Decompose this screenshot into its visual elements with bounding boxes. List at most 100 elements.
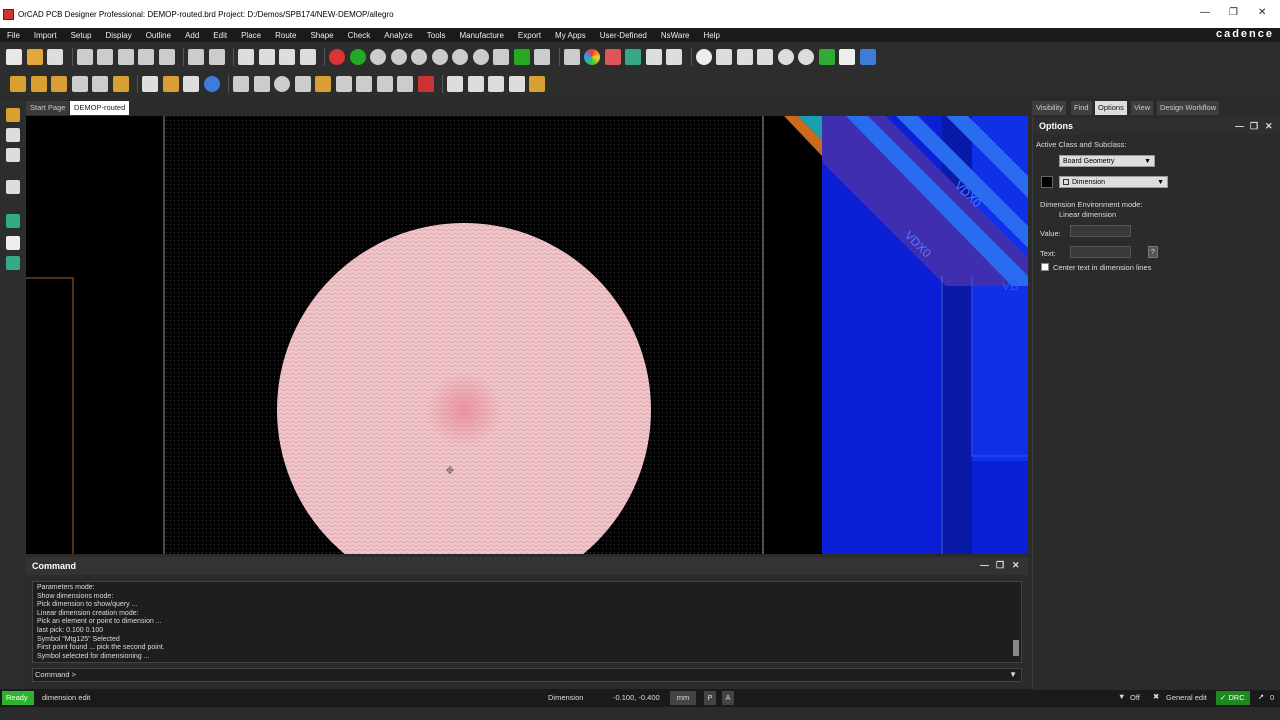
tab-demop-routed[interactable]: DEMOP-routed <box>70 101 130 115</box>
visibility-icon[interactable] <box>716 49 732 65</box>
people-icon[interactable] <box>529 76 545 92</box>
menu-setup[interactable]: Setup <box>71 31 92 40</box>
redo-icon[interactable] <box>158 49 175 65</box>
settings-page-icon[interactable] <box>666 49 682 65</box>
menu-route[interactable]: Route <box>275 31 296 40</box>
menu-help[interactable]: Help <box>703 31 719 40</box>
waveform-icon[interactable] <box>71 76 88 92</box>
copy-icon[interactable] <box>97 49 113 65</box>
tab-view[interactable]: View <box>1131 101 1154 115</box>
add-rect-icon[interactable] <box>258 49 275 65</box>
unrats-icon[interactable] <box>757 49 773 65</box>
minimize-icon[interactable]: — <box>1200 7 1210 18</box>
shape-circle-icon[interactable] <box>274 76 290 92</box>
text-field[interactable] <box>1070 246 1131 258</box>
place-icon[interactable] <box>10 76 26 92</box>
close-icon[interactable]: ✕ <box>1265 118 1273 134</box>
restore-icon[interactable]: ❐ <box>1229 7 1238 18</box>
parts-icon[interactable] <box>183 76 199 92</box>
tools-icon[interactable] <box>162 76 179 92</box>
pin-icon[interactable] <box>188 49 204 65</box>
text-help-button[interactable]: ? <box>1148 246 1158 258</box>
bus-icon[interactable] <box>6 256 20 270</box>
unpin-icon[interactable] <box>208 49 225 65</box>
menu-place[interactable]: Place <box>241 31 261 40</box>
cross-dimension-icon[interactable] <box>467 76 484 92</box>
chamfer-icon[interactable] <box>488 76 504 92</box>
shape-edit-icon[interactable] <box>315 76 331 92</box>
edit-mode[interactable]: General edit <box>1166 693 1207 702</box>
zoom-selection-icon[interactable] <box>472 49 489 65</box>
tab-find[interactable]: Find <box>1071 101 1092 115</box>
hourglass-icon[interactable] <box>839 49 855 65</box>
new-file-icon[interactable] <box>6 49 22 65</box>
tab-design-workflow[interactable]: Design Workflow <box>1157 101 1220 115</box>
zoom-out-icon[interactable] <box>370 49 386 65</box>
menu-display[interactable]: Display <box>105 31 131 40</box>
menu-manufacture[interactable]: Manufacture <box>459 31 503 40</box>
net-icon[interactable] <box>818 49 835 65</box>
help-icon[interactable] <box>203 76 220 92</box>
color-swatch[interactable] <box>1041 176 1053 188</box>
layers-icon[interactable] <box>625 49 641 65</box>
3d-view-icon[interactable] <box>513 49 530 65</box>
open-folder-icon[interactable] <box>26 49 43 65</box>
show-element-icon[interactable] <box>329 49 345 65</box>
color-icon[interactable] <box>584 49 600 65</box>
hide-icon[interactable] <box>736 49 753 65</box>
chip-icon[interactable] <box>6 236 20 250</box>
undo-icon[interactable] <box>138 49 154 65</box>
zoom-fit-icon[interactable] <box>349 49 366 65</box>
dimension-icon[interactable] <box>447 76 463 92</box>
menu-add[interactable]: Add <box>185 31 199 40</box>
eye-icon[interactable] <box>695 49 712 65</box>
command-input[interactable]: Command > ▼ <box>32 668 1022 682</box>
menu-shape[interactable]: Shape <box>310 31 333 40</box>
move-icon[interactable] <box>76 49 93 65</box>
value-field[interactable] <box>1070 225 1131 237</box>
menu-import[interactable]: Import <box>34 31 57 40</box>
p-button[interactable]: P <box>704 691 716 705</box>
center-text-checkbox[interactable] <box>1041 263 1049 271</box>
redraw-icon[interactable] <box>493 49 509 65</box>
subclass-select[interactable]: Dimension ▼ <box>1059 176 1168 188</box>
fanout-icon[interactable] <box>6 180 20 194</box>
autoroute-icon[interactable] <box>6 214 20 228</box>
void-rect-icon[interactable] <box>356 76 372 92</box>
minimize-icon[interactable]: — <box>980 560 989 570</box>
add-line-icon[interactable] <box>238 49 254 65</box>
shape-polygon-icon[interactable] <box>233 76 249 92</box>
scrollbar[interactable] <box>1013 640 1019 656</box>
delay-tune-icon[interactable] <box>6 148 20 162</box>
group-icon[interactable] <box>112 76 129 92</box>
spreadsheet-icon[interactable] <box>142 76 158 92</box>
grid-icon[interactable] <box>563 49 580 65</box>
tab-options[interactable]: Options <box>1095 101 1127 115</box>
slide-icon[interactable] <box>6 128 20 142</box>
command-log[interactable]: Parameters mode: Show dimensions mode: Pic… <box>32 581 1022 663</box>
zoom-previous-icon[interactable] <box>431 49 448 65</box>
save-icon[interactable] <box>47 49 63 65</box>
drc-indicator[interactable]: ✓ DRC <box>1216 691 1250 705</box>
swap-icon[interactable] <box>92 76 108 92</box>
component-icon[interactable] <box>30 76 47 92</box>
merge-shapes-icon[interactable] <box>335 76 352 92</box>
measure-icon[interactable] <box>859 49 876 65</box>
shadow-icon[interactable] <box>604 49 621 65</box>
menu-user-defined[interactable]: User-Defined <box>600 31 647 40</box>
menu-outline[interactable]: Outline <box>146 31 171 40</box>
units-button[interactable]: mm <box>670 691 696 705</box>
report-icon[interactable] <box>645 49 662 65</box>
close-icon[interactable]: ✕ <box>1258 7 1266 18</box>
a-button[interactable]: A <box>722 691 734 705</box>
void-circle-icon[interactable] <box>376 76 393 92</box>
filter-icon[interactable]: ▼ <box>1118 692 1125 701</box>
sun-icon[interactable] <box>777 49 794 65</box>
edit-text-icon[interactable] <box>299 49 316 65</box>
zoom-in-icon[interactable] <box>390 49 407 65</box>
add-text-icon[interactable] <box>279 49 295 65</box>
chevron-down-icon[interactable]: ▼ <box>1009 669 1017 681</box>
design-canvas[interactable]: VDX0 VDX0 VD <box>26 116 1028 554</box>
camera-icon[interactable] <box>508 76 525 92</box>
menu-edit[interactable]: Edit <box>213 31 227 40</box>
